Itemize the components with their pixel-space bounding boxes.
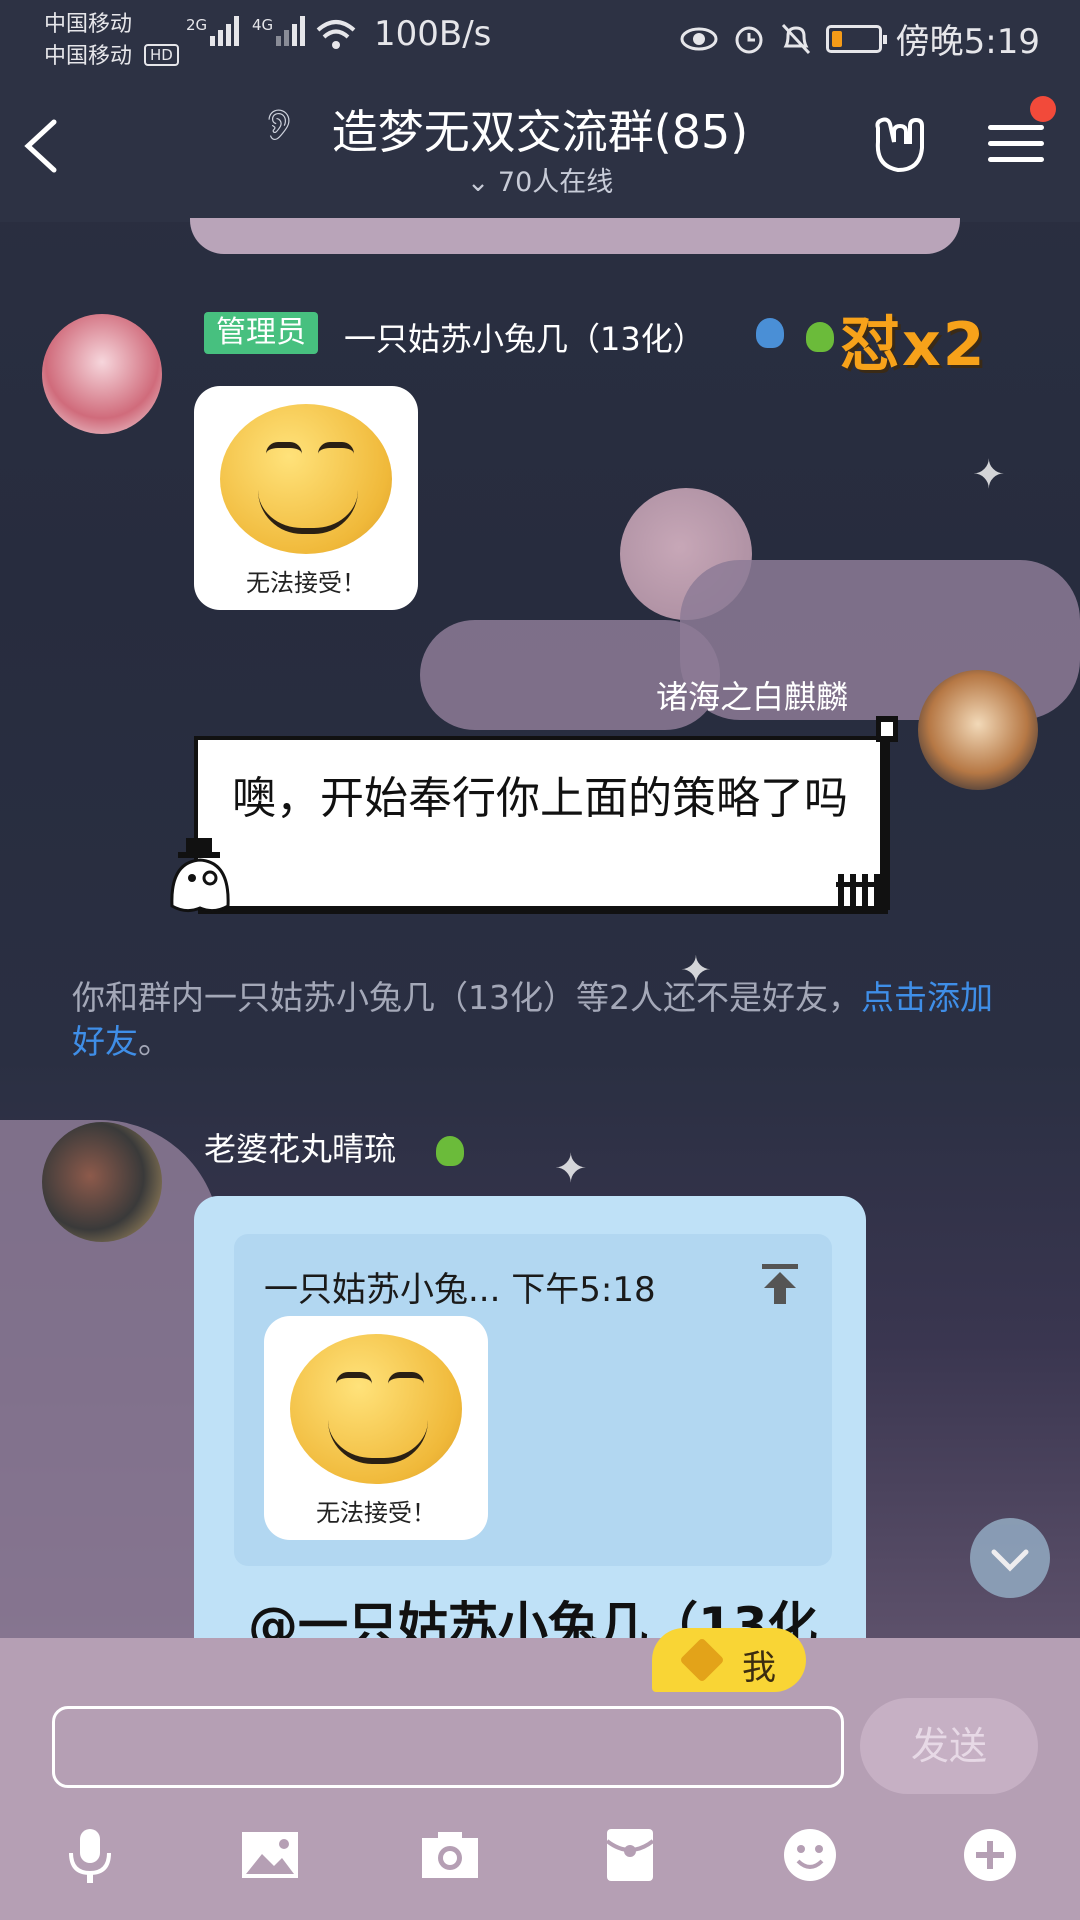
sender-name[interactable]: 老婆花丸晴琉 xyxy=(204,1124,396,1170)
sender-name[interactable]: 诸海之白麒麟 xyxy=(656,672,848,718)
camera-icon[interactable] xyxy=(418,1823,482,1887)
signal-4g-icon: 4G xyxy=(252,16,306,46)
title-badge: 怼x2 xyxy=(840,310,987,380)
eye-icon xyxy=(680,27,718,50)
signal-2g-icon: 2G xyxy=(186,16,240,46)
dragon-badge-icon xyxy=(756,318,784,348)
red-packet-icon[interactable] xyxy=(598,1823,662,1887)
jump-to-top-icon[interactable] xyxy=(760,1262,800,1306)
leaf-badge-icon xyxy=(806,322,834,352)
send-button[interactable]: 发送 xyxy=(860,1698,1038,1794)
quoted-sticker: 无法接受！ xyxy=(264,1316,488,1540)
mute-bell-icon xyxy=(781,23,810,54)
menu-button[interactable] xyxy=(988,116,1044,172)
add-friend-notice: 你和群内一只姑苏小兔几（13化）等2人还不是好友，点击添加好友。 xyxy=(72,978,993,1061)
carrier-label: 中国移动 xyxy=(44,12,133,37)
composer-toolbar xyxy=(0,1820,1080,1890)
message-text: 噢，开始奉行你上面的策略了吗 xyxy=(232,773,848,824)
battery-icon xyxy=(825,24,887,53)
image-icon[interactable] xyxy=(238,1823,302,1887)
chevron-down-icon xyxy=(991,1549,1029,1572)
sticker-caption: 无法接受！ xyxy=(246,569,366,597)
sender-name[interactable]: 一只姑苏小兔几（13化） xyxy=(344,314,705,360)
network-speed: 100B/s xyxy=(374,14,492,54)
avatar[interactable] xyxy=(42,314,162,434)
star-decoration: ✦ xyxy=(972,452,1006,498)
hand-gesture-button[interactable] xyxy=(866,112,932,178)
clock: 傍晚5:19 xyxy=(895,22,1040,62)
alarm-icon xyxy=(735,26,763,53)
wifi-icon xyxy=(316,20,356,49)
plus-icon[interactable] xyxy=(958,1823,1022,1887)
ghost-mascot-icon xyxy=(170,838,230,913)
carrier-label: 中国移动 xyxy=(44,44,133,69)
scroll-to-bottom-button[interactable] xyxy=(970,1518,1050,1598)
admin-badge: 管理员 xyxy=(204,312,318,354)
notification-dot xyxy=(1030,96,1056,122)
leaf-badge-icon xyxy=(436,1136,464,1166)
fence-icon xyxy=(836,874,886,912)
microphone-icon[interactable] xyxy=(58,1823,122,1887)
avatar[interactable] xyxy=(918,670,1038,790)
diamond-icon xyxy=(679,1637,725,1683)
quote-meta: 一只姑苏小兔... 下午5:18 xyxy=(264,1270,656,1310)
status-icons: 傍晚5:19 xyxy=(680,14,1040,63)
text-message-bubble[interactable]: 噢，开始奉行你上面的策略了吗 xyxy=(194,736,884,910)
hd-badge: HD xyxy=(144,44,179,66)
sticker-message[interactable]: 无法接受！ xyxy=(194,386,418,610)
previous-message-bubble xyxy=(190,218,960,254)
me-badge[interactable]: 我 xyxy=(652,1628,806,1692)
emoji-icon[interactable] xyxy=(778,1823,842,1887)
star-decoration: ✦ xyxy=(554,1146,588,1192)
avatar[interactable] xyxy=(42,1122,162,1242)
message-input[interactable] xyxy=(52,1706,844,1788)
chevron-down-icon: ⌄ xyxy=(466,167,490,198)
sticker-caption: 无法接受！ xyxy=(316,1499,436,1527)
